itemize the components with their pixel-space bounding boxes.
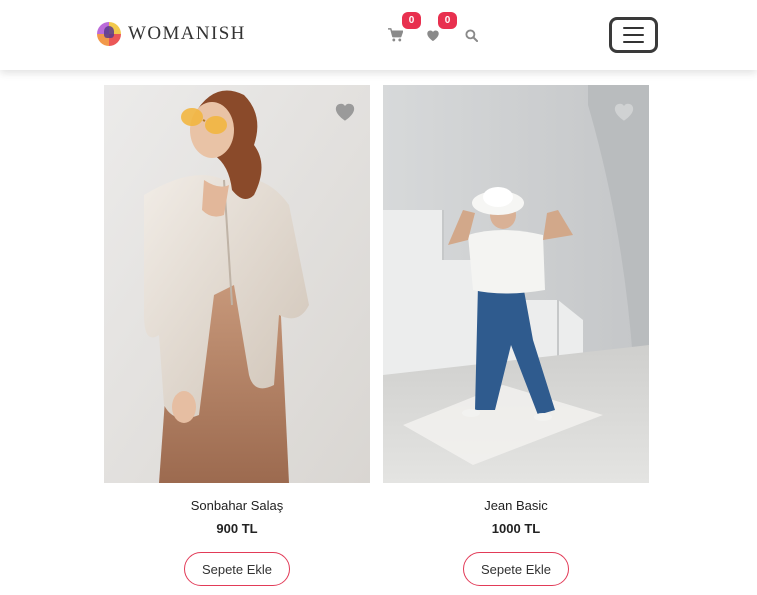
product-image[interactable] <box>104 85 370 483</box>
cart-button[interactable]: 0 <box>386 12 421 46</box>
add-to-cart-button[interactable]: Sepete Ekle <box>184 552 290 586</box>
hamburger-menu-icon <box>623 27 644 29</box>
menu-toggle-button[interactable] <box>609 17 658 53</box>
navbar: WOMANISH 0 0 <box>0 0 757 70</box>
brand-name: WOMANISH <box>128 23 246 44</box>
favorites-button[interactable]: 0 <box>424 12 457 46</box>
product-card: Sonbahar Salaş 900 TL Sepete Ekle <box>104 85 370 586</box>
cart-count-badge: 0 <box>402 12 421 29</box>
add-to-cart-button[interactable]: Sepete Ekle <box>463 552 569 586</box>
hamburger-menu-icon <box>623 41 644 43</box>
product-name: Jean Basic <box>484 498 548 513</box>
product-image[interactable] <box>383 85 649 483</box>
product-card: Jean Basic 1000 TL Sepete Ekle <box>383 85 649 586</box>
product-photo-woman-in-shirt <box>104 85 370 483</box>
favorites-count-badge: 0 <box>438 12 457 29</box>
brand-link[interactable]: WOMANISH <box>97 22 246 46</box>
brand-logo-icon <box>97 22 121 46</box>
heart-icon <box>427 30 439 41</box>
favorite-heart-icon[interactable] <box>334 101 356 121</box>
product-name: Sonbahar Salaş <box>190 498 284 513</box>
product-price: 900 TL <box>216 521 258 536</box>
product-photo-woman-in-jeans <box>383 85 649 483</box>
cart-icon <box>387 28 403 42</box>
search-icon <box>464 28 478 42</box>
product-price: 1000 TL <box>491 521 541 536</box>
hamburger-menu-icon <box>623 34 644 36</box>
favorite-heart-icon[interactable] <box>613 101 635 121</box>
search-button[interactable] <box>462 24 480 46</box>
